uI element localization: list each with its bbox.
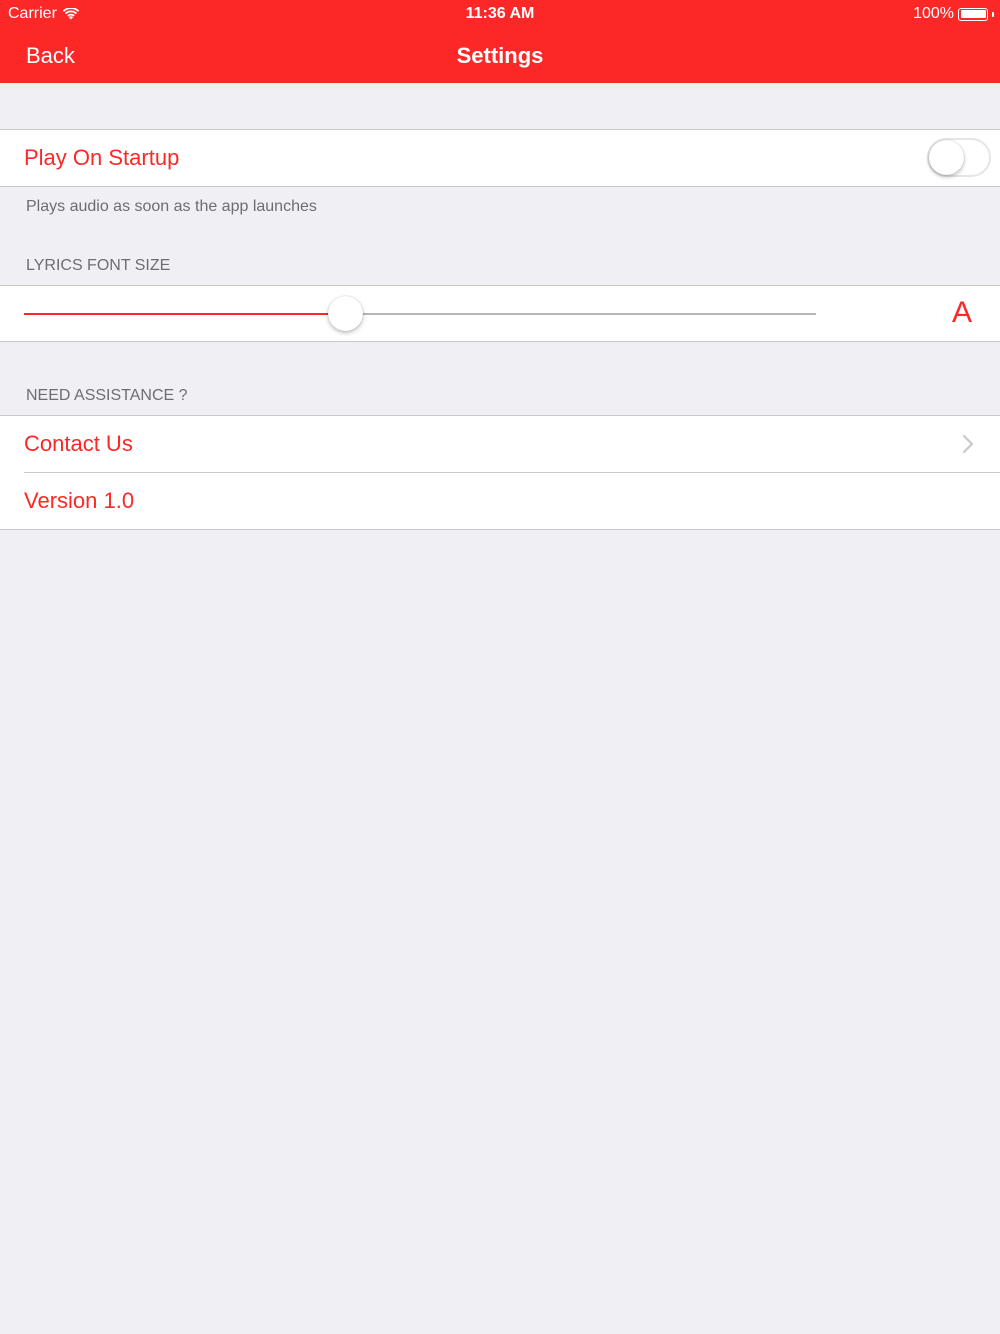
play-on-startup-toggle[interactable] <box>927 138 991 177</box>
version-label: Version 1.0 <box>24 488 135 513</box>
status-time: 11:36 AM <box>465 5 535 22</box>
play-on-startup-footer: Plays audio as soon as the app launches <box>26 198 317 215</box>
status-right: 100% <box>913 4 994 24</box>
lyrics-font-size-row: A <box>0 285 1000 342</box>
slider-fill <box>24 313 345 315</box>
font-size-indicator: A <box>951 296 972 329</box>
page-title: Settings <box>456 43 544 68</box>
play-on-startup-label: Play On Startup <box>24 145 180 170</box>
play-on-startup-row: Play On Startup <box>0 129 1000 187</box>
lyrics-font-size-header: LYRICS FONT SIZE <box>26 257 171 274</box>
toggle-knob[interactable] <box>929 140 964 175</box>
navigation-bar: Carrier 11:36 AM 100% Back Settings <box>0 0 1000 83</box>
battery-icon <box>958 7 988 21</box>
need-assistance-header: NEED ASSISTANCE ? <box>26 387 188 404</box>
battery-tip <box>992 11 994 17</box>
slider-thumb[interactable] <box>328 296 363 331</box>
font-size-slider[interactable] <box>24 296 816 331</box>
battery-percent: 100% <box>913 5 954 22</box>
contact-us-label: Contact Us <box>24 431 133 456</box>
contact-us-row[interactable]: Contact Us <box>0 416 1000 472</box>
assistance-group: Contact Us Version 1.0 <box>0 415 1000 530</box>
version-row: Version 1.0 <box>0 473 1000 529</box>
chevron-right-icon <box>962 434 974 454</box>
